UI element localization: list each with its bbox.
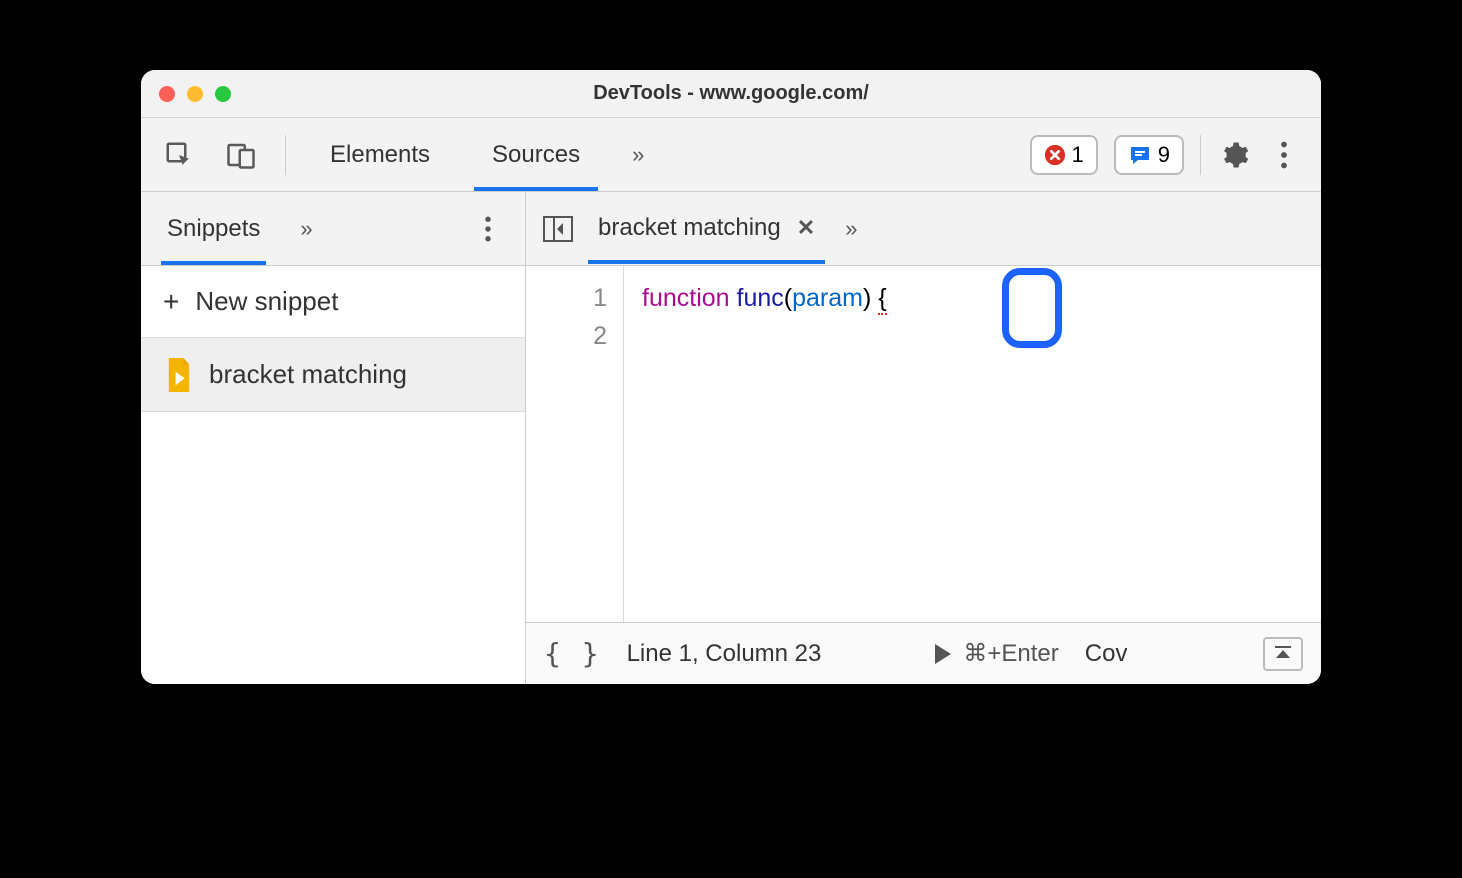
toolbar-divider-right (1200, 135, 1201, 175)
snippet-item[interactable]: bracket matching (141, 338, 525, 412)
code-line-2 (642, 318, 1321, 356)
play-icon (933, 643, 953, 665)
message-icon (1128, 143, 1152, 167)
messages-badge[interactable]: 9 (1114, 135, 1184, 175)
sidebar-empty-area (141, 412, 525, 684)
snippet-file-icon (165, 358, 193, 392)
errors-badge[interactable]: 1 (1030, 135, 1098, 175)
traffic-lights (141, 86, 231, 102)
maximize-window-button[interactable] (215, 86, 231, 102)
device-toggle-icon[interactable] (223, 137, 259, 173)
editor-tab-label: bracket matching (598, 214, 781, 242)
messages-count: 9 (1158, 142, 1170, 168)
line-gutter: 1 2 (526, 266, 624, 622)
toolbar-divider (285, 135, 286, 175)
code-line-1: function func(param) { (642, 280, 1321, 318)
errors-count: 1 (1072, 142, 1084, 168)
line-number: 1 (526, 280, 607, 318)
sidebar-tabs: Snippets » (141, 192, 525, 266)
sidebar-kebab-icon[interactable] (471, 212, 505, 246)
minimize-window-button[interactable] (187, 86, 203, 102)
inspect-element-icon[interactable] (161, 137, 197, 173)
toolbar-right: 1 9 (1030, 135, 1302, 175)
main-area: Snippets » + New snippet bracket matchin… (141, 192, 1321, 684)
main-toolbar: Elements Sources » 1 9 (141, 118, 1321, 192)
sidebar-more-tabs-icon[interactable]: » (292, 208, 320, 250)
run-shortcut-label: ⌘+Enter (963, 639, 1058, 668)
line-number: 2 (526, 318, 607, 356)
sidebar-tab-snippets[interactable]: Snippets (161, 193, 266, 265)
more-tabs-icon[interactable]: » (624, 134, 652, 176)
tab-sources[interactable]: Sources (474, 119, 598, 191)
editor-tab-active[interactable]: bracket matching ✕ (588, 194, 825, 264)
editor-panel: bracket matching ✕ » 1 2 function func(p… (526, 192, 1321, 684)
editor-more-tabs-icon[interactable]: » (837, 208, 865, 250)
expand-drawer-icon[interactable] (1263, 637, 1303, 671)
close-window-button[interactable] (159, 86, 175, 102)
titlebar: DevTools - www.google.com/ (141, 70, 1321, 118)
sidebar: Snippets » + New snippet bracket matchin… (141, 192, 526, 684)
new-snippet-button[interactable]: + New snippet (141, 266, 525, 338)
error-icon (1044, 144, 1066, 166)
run-snippet-button[interactable]: ⌘+Enter (933, 639, 1058, 668)
kebab-menu-icon[interactable] (1267, 138, 1301, 172)
snippet-item-label: bracket matching (209, 359, 407, 390)
pretty-print-button[interactable]: { } (544, 637, 601, 670)
plus-icon: + (163, 286, 179, 318)
coverage-label[interactable]: Cov (1085, 640, 1128, 668)
code-area[interactable]: function func(param) { (624, 266, 1321, 622)
new-snippet-label: New snippet (195, 286, 338, 317)
editor-body[interactable]: 1 2 function func(param) { (526, 266, 1321, 622)
cursor-position: Line 1, Column 23 (627, 640, 822, 668)
window-title: DevTools - www.google.com/ (593, 82, 869, 105)
sidebar-tabs-left: Snippets » (161, 193, 321, 265)
toggle-navigator-icon[interactable] (540, 211, 576, 247)
settings-icon[interactable] (1217, 138, 1251, 172)
editor-tabs: bracket matching ✕ » (526, 192, 1321, 266)
toolbar-left: Elements Sources » (161, 119, 652, 191)
close-tab-icon[interactable]: ✕ (797, 215, 815, 241)
devtools-window: DevTools - www.google.com/ Elements Sour… (141, 70, 1321, 684)
statusbar: { } Line 1, Column 23 ⌘+Enter Cov (526, 622, 1321, 684)
tab-elements[interactable]: Elements (312, 119, 448, 191)
